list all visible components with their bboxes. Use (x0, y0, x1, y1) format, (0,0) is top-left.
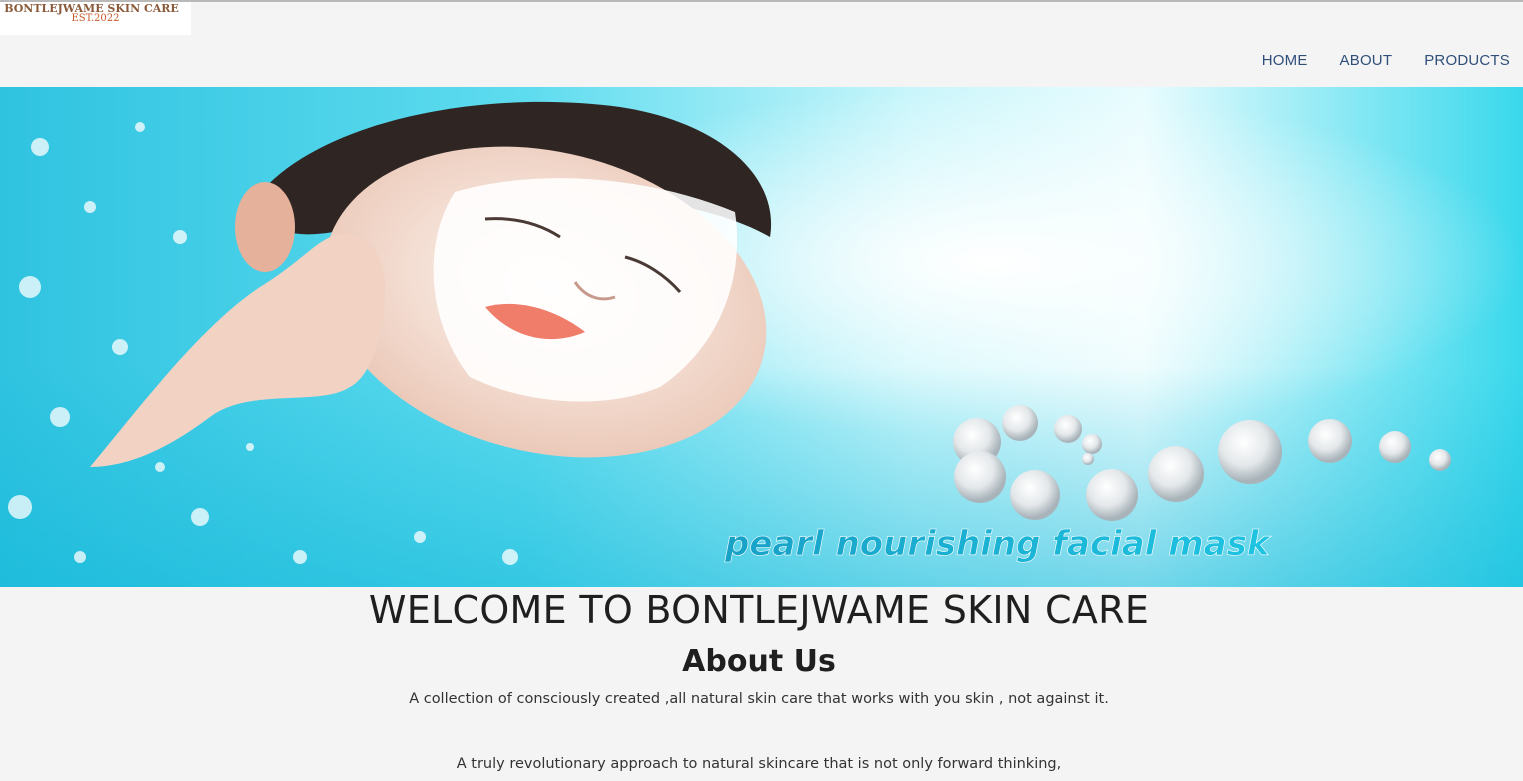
banner-caption: pearl nourishing facial mask (724, 524, 1272, 564)
nav-home-link[interactable]: HOME (1262, 52, 1308, 69)
nav-about-link[interactable]: ABOUT (1340, 52, 1393, 69)
logo-est-text: EST.2022 (71, 13, 120, 24)
nav-products-link[interactable]: PRODUCTS (1424, 52, 1510, 69)
main-nav: HOME ABOUT PRODUCTS (1262, 52, 1510, 69)
top-border (0, 0, 1523, 2)
hero-banner-image: pearl nourishing facial mask (0, 87, 1523, 587)
welcome-heading: WELCOME TO BONTLEJWAME SKIN CARE (368, 588, 1150, 632)
about-heading: About Us (682, 644, 836, 679)
about-paragraph-2: A truly revolutionary approach to natura… (456, 756, 1062, 772)
site-logo[interactable]: BONTLEJWAME SKIN CARE EST.2022 (0, 2, 191, 35)
hero-banner: pearl nourishing facial mask (0, 87, 1523, 587)
about-paragraph-1: A collection of consciously created ,all… (409, 691, 1109, 707)
